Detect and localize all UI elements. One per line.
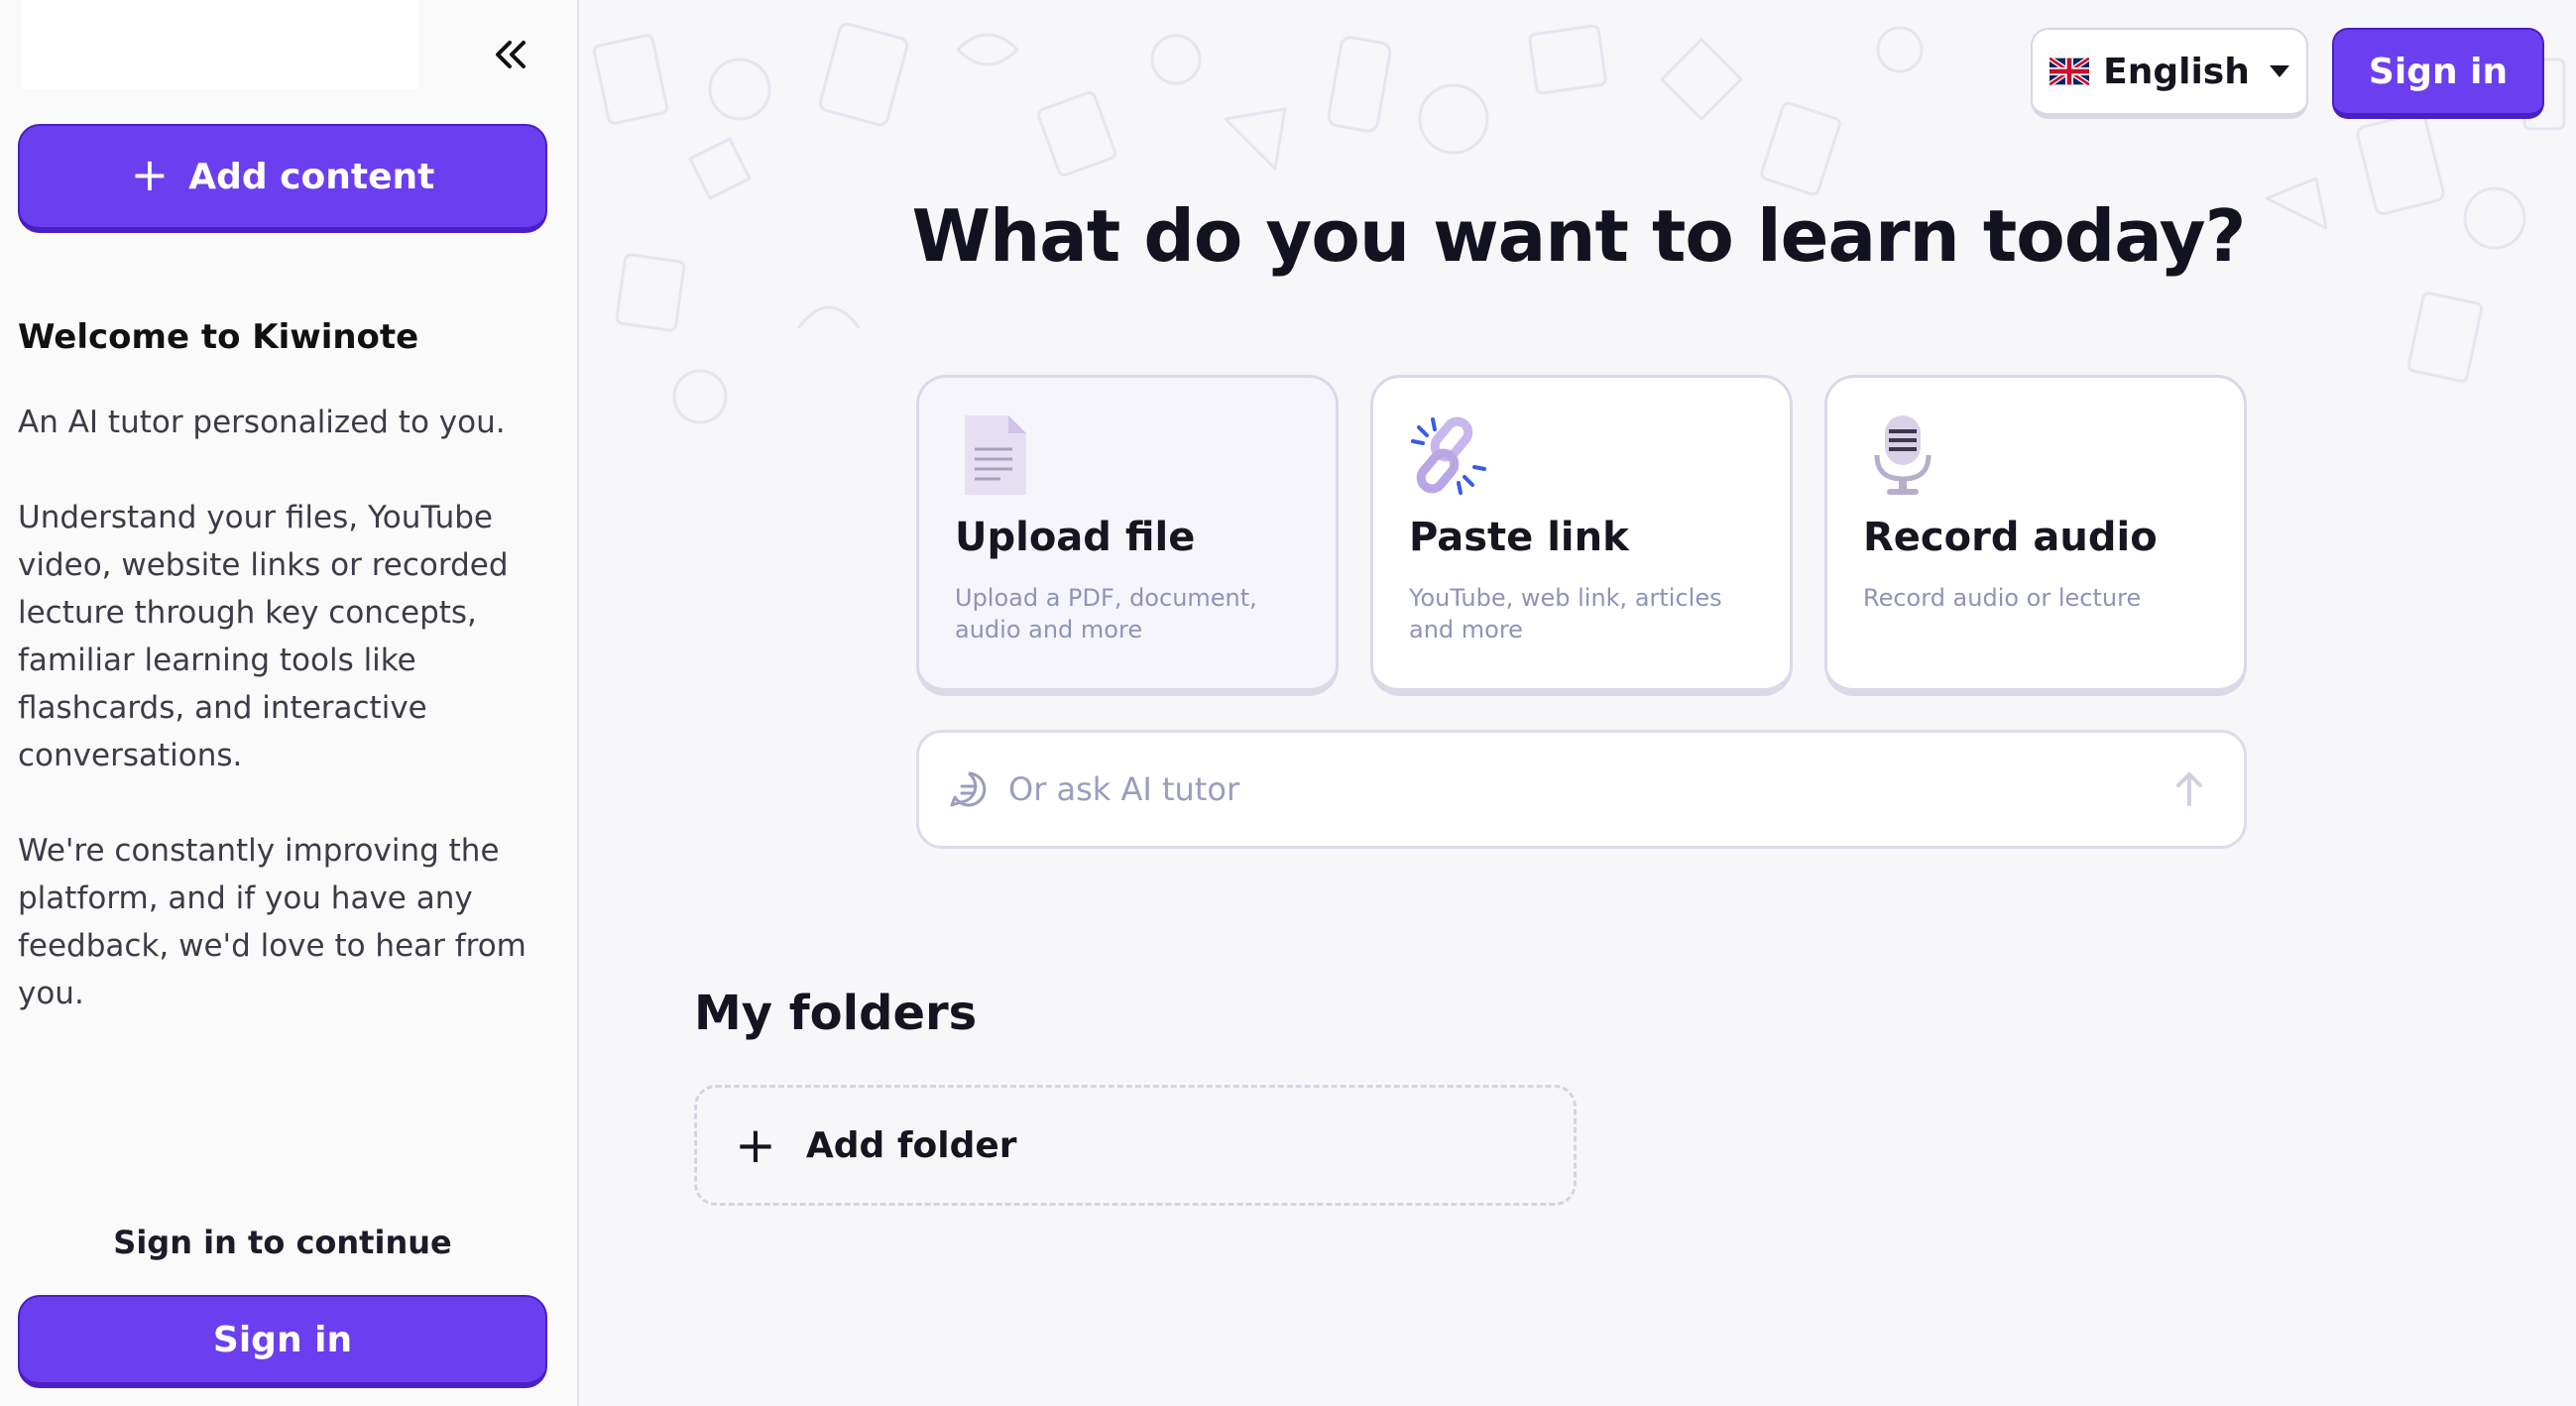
card-title: Record audio (1863, 515, 2158, 560)
card-title: Upload file (955, 515, 1196, 560)
main-content: English Sign in What do you want to lear… (581, 0, 2576, 1406)
link-icon (1411, 416, 1486, 495)
welcome-description: An AI tutor personalized to you. Underst… (18, 399, 553, 1065)
signin-prompt: Sign in to continue (113, 1224, 452, 1261)
chevron-down-icon (2269, 65, 2289, 77)
add-folder-button[interactable]: + Add folder (694, 1085, 1577, 1206)
welcome-paragraph: We're constantly improving the platform,… (18, 833, 527, 1011)
add-folder-label: Add folder (805, 1124, 1017, 1166)
uk-flag-icon (2049, 58, 2090, 85)
logo-area (22, 0, 418, 89)
arrow-up-icon (2176, 772, 2202, 806)
card-description: Record audio or lecture (1863, 584, 2142, 612)
upload-file-card[interactable]: Upload file Upload a PDF, document, audi… (916, 375, 1339, 696)
language-selector[interactable]: English (2031, 28, 2308, 119)
add-content-button[interactable]: + Add content (18, 124, 547, 233)
ask-ai-tutor-box (916, 730, 2247, 849)
plus-icon: + (735, 1116, 776, 1174)
ask-ai-tutor-input[interactable] (1008, 770, 2145, 808)
paste-link-card[interactable]: Paste link YouTube, web link, articles a… (1370, 375, 1793, 696)
header-signin-button[interactable]: Sign in (2332, 28, 2544, 119)
chat-icon (950, 771, 987, 807)
sidebar: + Add content Welcome to Kiwinote An AI … (0, 0, 579, 1406)
add-content-label: Add content (188, 156, 435, 197)
document-icon (965, 415, 1026, 495)
welcome-paragraph: An AI tutor personalized to you. (18, 405, 506, 440)
microphone-icon (1874, 415, 1932, 495)
card-title: Paste link (1409, 515, 1629, 560)
sidebar-signin-button[interactable]: Sign in (18, 1295, 547, 1388)
card-description: Upload a PDF, document, audio and more (955, 584, 1257, 644)
card-description: YouTube, web link, articles and more (1409, 584, 1722, 644)
welcome-paragraph: Understand your files, YouTube video, we… (18, 500, 509, 773)
send-button[interactable] (2165, 764, 2214, 814)
collapse-sidebar-icon[interactable] (486, 30, 535, 79)
page-title: What do you want to learn today? (911, 194, 2247, 278)
language-label: English (2103, 51, 2250, 92)
plus-icon: + (130, 148, 170, 201)
folders-title: My folders (694, 986, 978, 1041)
record-audio-card[interactable]: Record audio Record audio or lecture (1824, 375, 2247, 696)
welcome-title: Welcome to Kiwinote (18, 317, 419, 357)
